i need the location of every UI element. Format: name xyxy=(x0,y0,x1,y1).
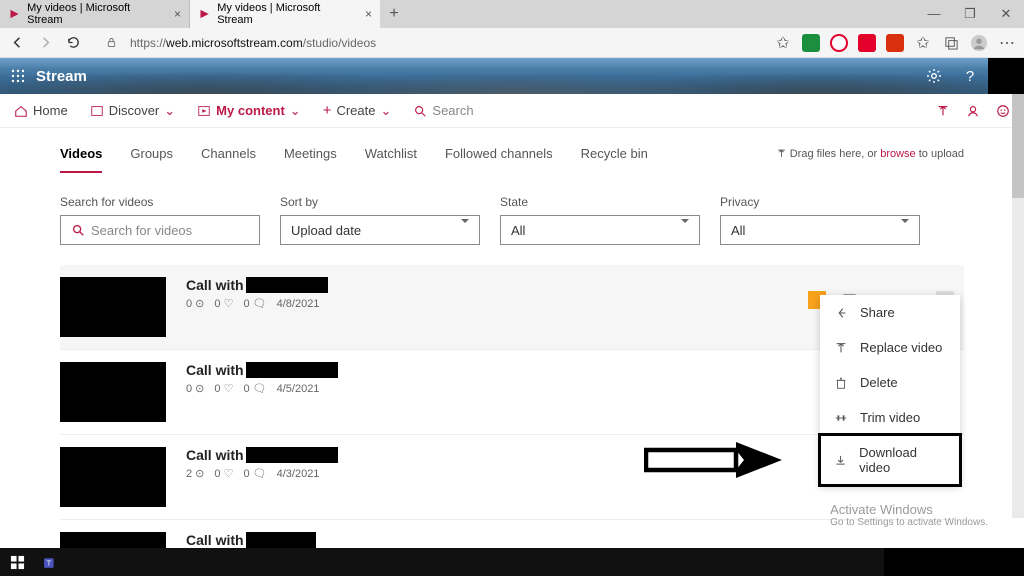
state-dropdown[interactable]: All xyxy=(500,215,700,245)
back-icon[interactable] xyxy=(8,34,26,52)
menu-download[interactable]: Download video xyxy=(820,435,960,485)
video-stats: 2 ⊙ 0 ♡ 0 🗨 4/3/2021 xyxy=(186,467,338,480)
tab-videos[interactable]: Videos xyxy=(60,146,102,173)
stream-fav-icon xyxy=(198,7,211,21)
tab-followed[interactable]: Followed channels xyxy=(445,146,553,173)
extension-icon[interactable] xyxy=(858,34,876,52)
annotation-arrow xyxy=(644,440,784,480)
taskbar-teams-icon[interactable]: T xyxy=(34,548,68,576)
window-restore-icon[interactable]: ❐ xyxy=(952,6,988,22)
video-title[interactable]: Call with xyxy=(186,447,338,463)
nav-search[interactable]: Search xyxy=(413,103,473,118)
tab-groups[interactable]: Groups xyxy=(130,146,173,173)
search-placeholder: Search for videos xyxy=(91,223,192,238)
menu-share[interactable]: Share xyxy=(820,295,960,330)
sort-label: Sort by xyxy=(280,195,480,209)
menu-trim[interactable]: Trim video xyxy=(820,400,960,435)
new-tab-button[interactable]: + xyxy=(380,5,408,23)
redacted-text xyxy=(246,447,338,463)
settings-gear-icon[interactable] xyxy=(916,58,952,94)
search-label: Search for videos xyxy=(60,195,260,209)
extension-icon[interactable] xyxy=(802,34,820,52)
lock-icon xyxy=(102,34,120,52)
upload-dropzone-hint: Drag files here, or browse to upload xyxy=(776,148,964,160)
browser-tabstrip: My videos | Microsoft Stream × My videos… xyxy=(0,0,1024,28)
privacy-label: Privacy xyxy=(720,195,920,209)
help-icon[interactable]: ? xyxy=(952,58,988,94)
tab-meetings[interactable]: Meetings xyxy=(284,146,337,173)
collections-icon[interactable] xyxy=(942,34,960,52)
search-input[interactable]: Search for videos xyxy=(60,215,260,245)
browser-toolbar: https://web.microsoftstream.com/studio/v… xyxy=(0,28,1024,58)
nav-my-content[interactable]: My content ⌄ xyxy=(197,103,301,119)
video-thumbnail[interactable] xyxy=(60,277,166,337)
tab-channels[interactable]: Channels xyxy=(201,146,256,173)
browser-tab[interactable]: My videos | Microsoft Stream × xyxy=(0,0,190,28)
extension-icon[interactable] xyxy=(886,34,904,52)
browse-link[interactable]: browse xyxy=(880,148,915,160)
video-context-menu: Share Replace video Delete Trim video Do… xyxy=(820,295,960,485)
video-title[interactable]: Call with xyxy=(186,532,316,548)
tab-recycle[interactable]: Recycle bin xyxy=(581,146,648,173)
chevron-down-icon xyxy=(681,223,689,238)
tab-title: My videos | Microsoft Stream xyxy=(217,2,351,26)
smile-icon[interactable] xyxy=(996,104,1010,118)
nav-discover[interactable]: Discover ⌄ xyxy=(90,103,175,119)
redacted-avatar xyxy=(988,58,1024,94)
windows-taskbar: T xyxy=(0,548,1024,576)
redacted-text xyxy=(246,532,316,548)
read-aloud-icon[interactable]: ✩ xyxy=(774,34,792,52)
privacy-dropdown[interactable]: All xyxy=(720,215,920,245)
svg-text:T: T xyxy=(46,558,51,567)
video-stats: 0 ⊙ 0 ♡ 0 🗨 4/5/2021 xyxy=(186,382,338,395)
window-minimize-icon[interactable]: — xyxy=(916,6,952,22)
redacted-text xyxy=(246,362,338,378)
sort-dropdown[interactable]: Upload date xyxy=(280,215,480,245)
more-icon[interactable]: ⋯ xyxy=(998,34,1016,52)
address-bar[interactable]: https://web.microsoftstream.com/studio/v… xyxy=(130,36,764,50)
windows-activation-watermark: Activate Windows Go to Settings to activ… xyxy=(830,502,988,528)
redacted-text xyxy=(246,277,328,293)
upload-icon[interactable] xyxy=(936,104,950,118)
nav-create[interactable]: +Create ⌄ xyxy=(323,102,392,119)
profile-icon[interactable] xyxy=(970,34,988,52)
forward-icon xyxy=(36,34,54,52)
window-close-icon[interactable]: ✕ xyxy=(988,6,1024,22)
close-icon[interactable]: × xyxy=(174,7,181,21)
stream-fav-icon xyxy=(8,7,21,21)
browser-tab-active[interactable]: My videos | Microsoft Stream × xyxy=(190,0,380,28)
taskbar-redacted xyxy=(884,548,1024,576)
video-thumbnail[interactable] xyxy=(60,447,166,507)
stream-nav: Home Discover ⌄ My content ⌄ +Create ⌄ S… xyxy=(0,94,1024,128)
favorites-icon[interactable]: ✩ xyxy=(914,34,932,52)
video-stats: 0 ⊙ 0 ♡ 0 🗨 4/8/2021 xyxy=(186,297,328,310)
stream-banner: Stream ? xyxy=(0,58,1024,94)
video-title[interactable]: Call with xyxy=(186,277,328,293)
video-title[interactable]: Call with xyxy=(186,362,338,378)
brand-name[interactable]: Stream xyxy=(36,68,87,85)
state-label: State xyxy=(500,195,700,209)
reload-icon[interactable] xyxy=(64,34,82,52)
extension-opera-icon[interactable] xyxy=(830,34,848,52)
nav-home[interactable]: Home xyxy=(14,103,68,118)
close-icon[interactable]: × xyxy=(365,7,372,21)
video-thumbnail[interactable] xyxy=(60,362,166,422)
page-scrollbar[interactable] xyxy=(1012,58,1024,518)
tab-watchlist[interactable]: Watchlist xyxy=(365,146,417,173)
menu-replace[interactable]: Replace video xyxy=(820,330,960,365)
tab-title: My videos | Microsoft Stream xyxy=(27,2,160,26)
people-icon[interactable] xyxy=(966,104,980,118)
chevron-down-icon xyxy=(901,223,909,238)
filter-bar: Search for videos Search for videos Sort… xyxy=(60,195,964,245)
app-launcher-icon[interactable] xyxy=(0,58,36,94)
start-button[interactable] xyxy=(0,548,34,576)
menu-delete[interactable]: Delete xyxy=(820,365,960,400)
chevron-down-icon xyxy=(461,223,469,238)
